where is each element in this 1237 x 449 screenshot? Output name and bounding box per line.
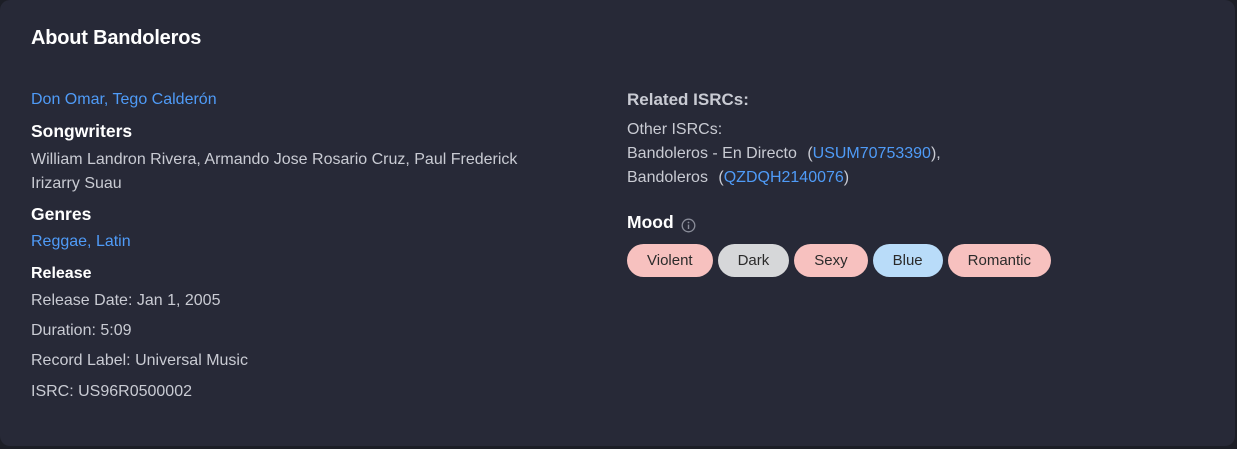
related-isrcs-heading: Related ISRCs:: [627, 90, 749, 109]
related-isrc-item: Bandoleros (QZDQH2140076): [627, 166, 941, 190]
artists-link[interactable]: Don Omar, Tego Calderón: [31, 88, 217, 112]
songwriters-line-1: William Landron Rivera, Armando Jose Ros…: [31, 151, 518, 168]
mood-heading-label: Mood: [627, 212, 674, 232]
mood-chip-sexy[interactable]: Sexy: [794, 244, 868, 277]
record-label: Record Label: Universal Music: [31, 352, 248, 369]
other-isrcs-label: Other ISRCs:: [627, 121, 723, 138]
duration: Duration: 5:09: [31, 322, 132, 339]
songwriters-heading: Songwriters: [31, 121, 133, 141]
mood-chip-dark[interactable]: Dark: [717, 244, 790, 277]
genres-link[interactable]: Reggae, Latin: [31, 230, 131, 254]
related-isrc-link[interactable]: QZDQH2140076: [724, 169, 844, 186]
mood-chip-label: Romantic: [967, 252, 1032, 269]
related-isrc-title: Bandoleros - En Directo: [627, 145, 797, 162]
related-isrc-link[interactable]: USUM70753390: [813, 145, 931, 162]
mood-chip-violent[interactable]: Violent: [627, 244, 713, 277]
mood-chips: Violent Dark Sexy Blue Romantic: [627, 244, 1052, 277]
isrc: ISRC: US96R0500002: [31, 383, 192, 400]
related-isrc-close-paren: ),: [930, 145, 941, 162]
mood-chip-romantic[interactable]: Romantic: [947, 244, 1052, 277]
mood-chip-label: Dark: [737, 252, 770, 269]
other-isrcs: Other ISRCs: Bandoleros - En Directo (US…: [627, 118, 941, 190]
related-isrc-close-paren: ): [843, 169, 850, 186]
related-isrc-item: Bandoleros - En Directo (USUM70753390),: [627, 142, 941, 166]
info-icon[interactable]: [681, 215, 696, 232]
genres-heading: Genres: [31, 204, 92, 224]
mood-chip-label: Violent: [647, 252, 693, 269]
related-isrc-title: Bandoleros: [627, 169, 708, 186]
mood-chip-label: Blue: [892, 252, 923, 269]
release-heading: Release: [31, 265, 92, 282]
about-panel: About Bandoleros Don Omar, Tego Calderón…: [0, 0, 1235, 446]
panel-title: About Bandoleros: [31, 27, 202, 49]
mood-chip-blue[interactable]: Blue: [872, 244, 943, 277]
mood-heading: Mood: [627, 210, 696, 234]
release-date: Release Date: Jan 1, 2005: [31, 292, 221, 309]
mood-chip-label: Sexy: [814, 252, 848, 269]
songwriters-line-2: Irizarry Suau: [31, 175, 122, 192]
